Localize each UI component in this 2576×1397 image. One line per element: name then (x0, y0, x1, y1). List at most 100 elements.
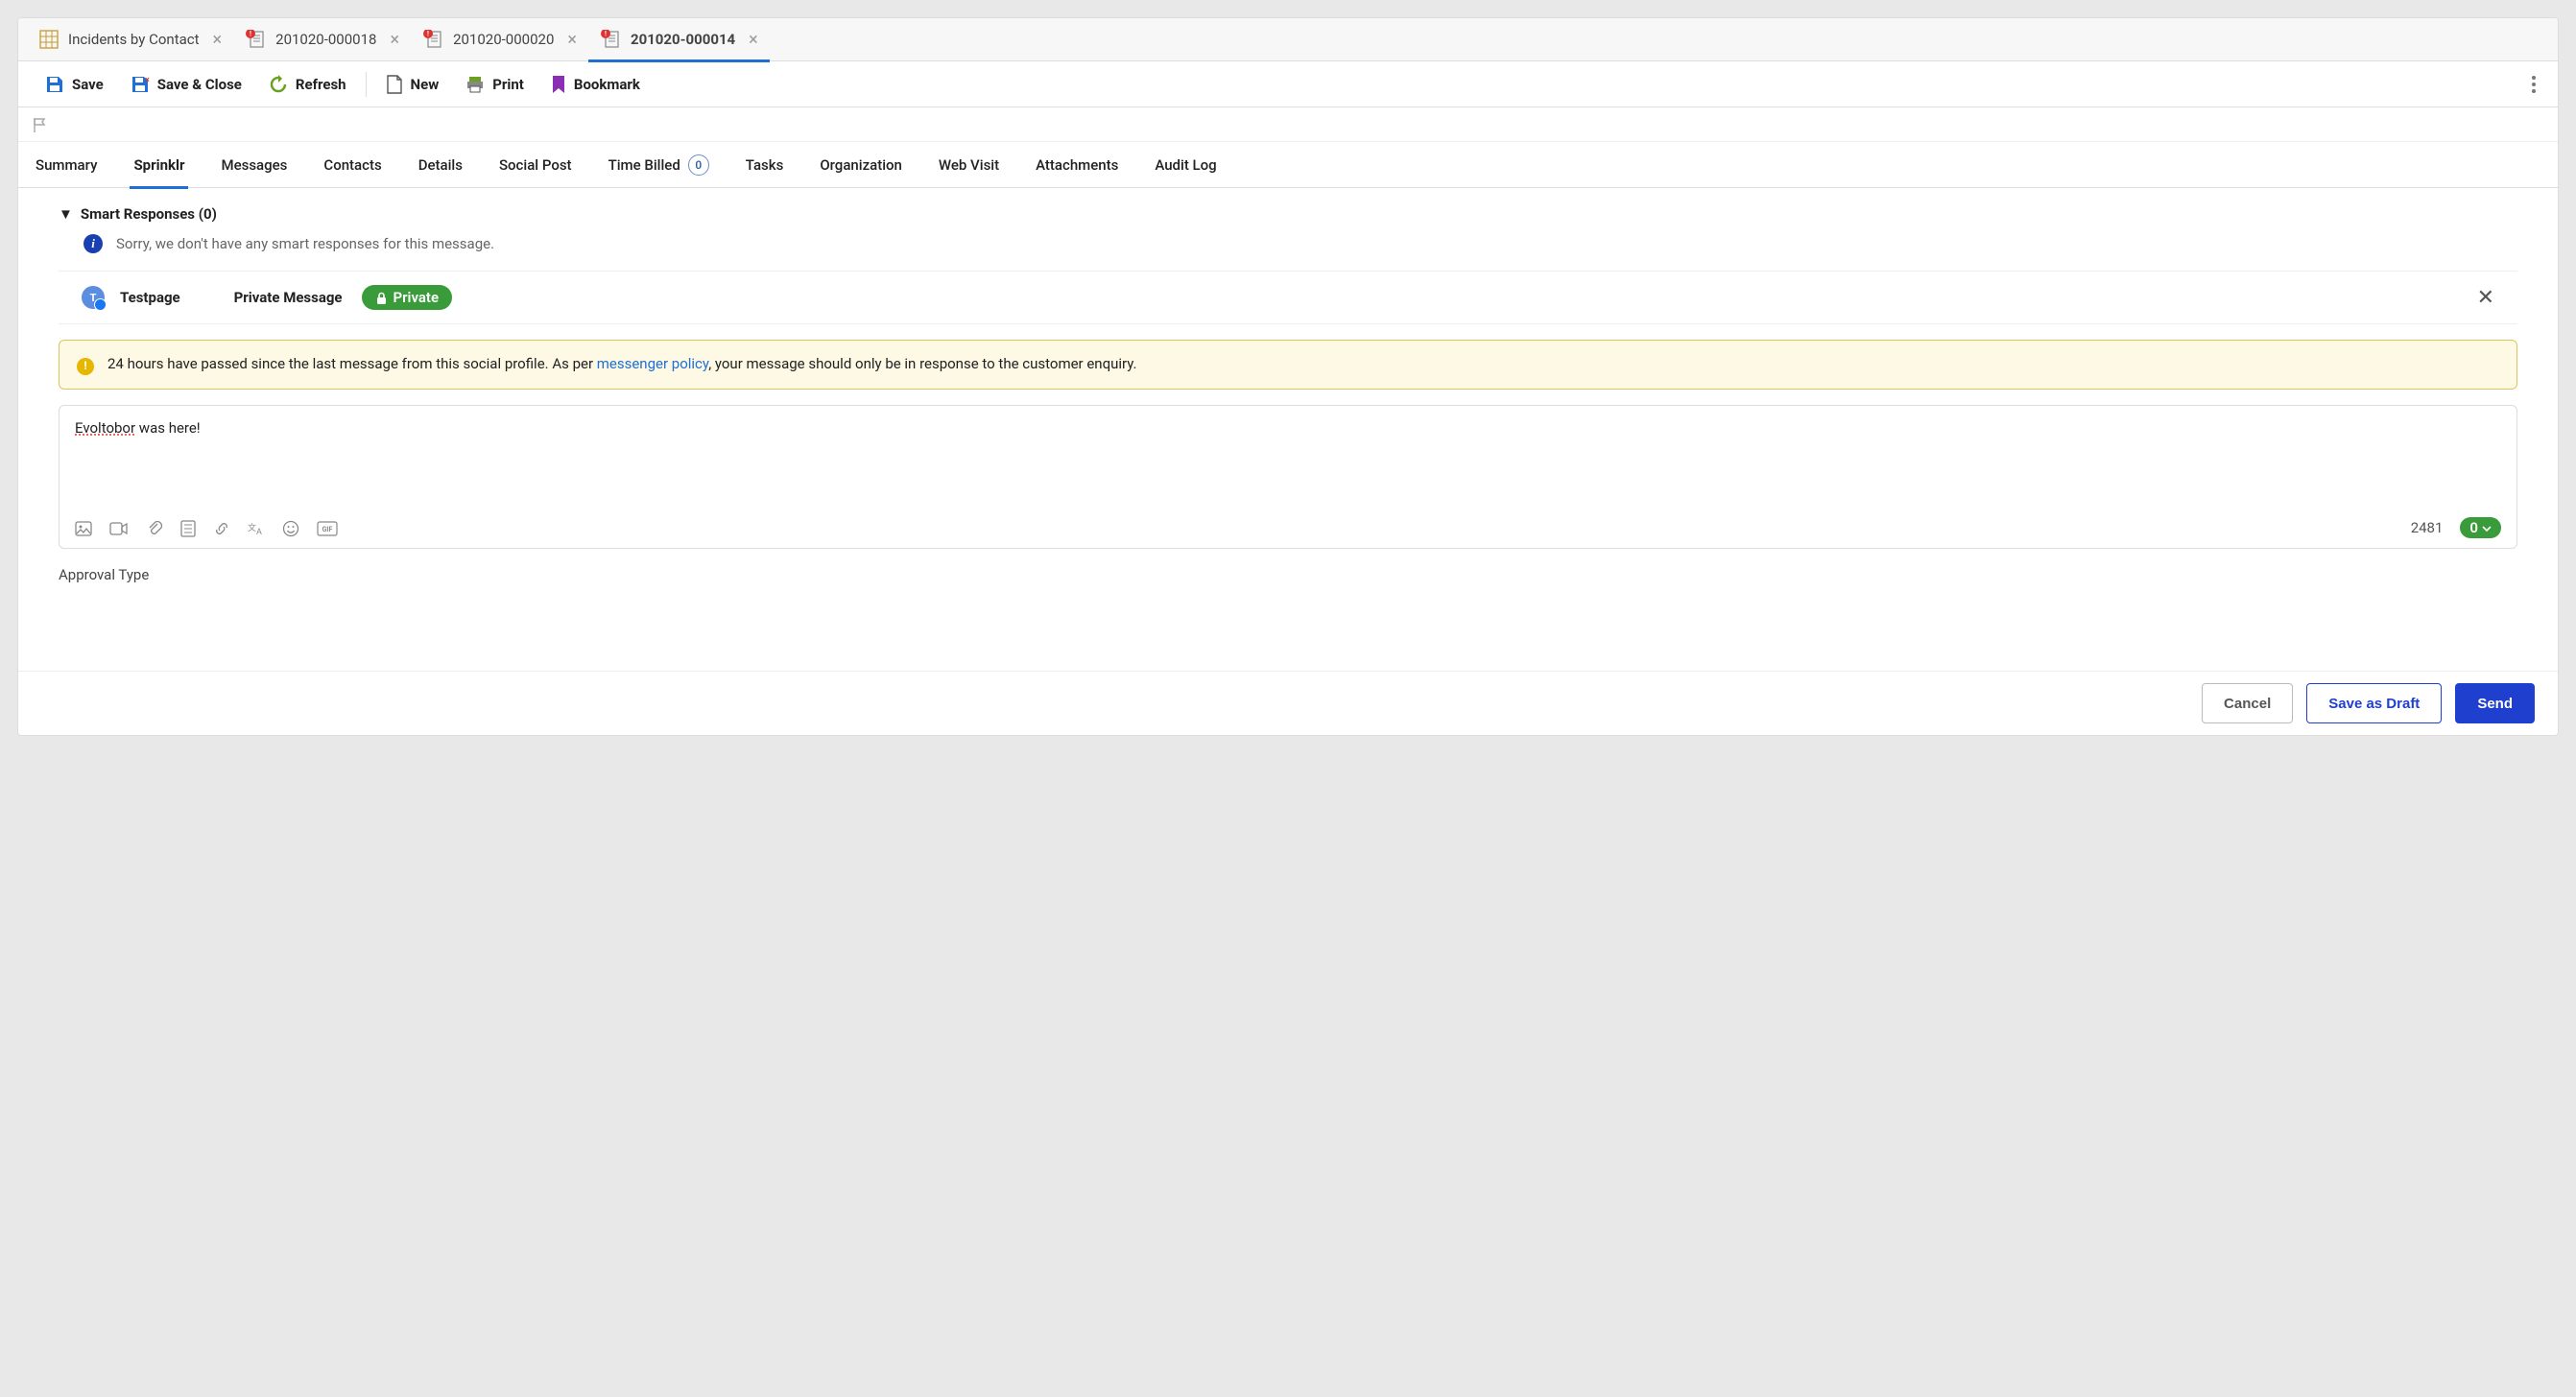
warning-banner: ! 24 hours have passed since the last me… (59, 340, 2517, 390)
smart-responses-title: Smart Responses (0) (81, 205, 217, 223)
save-draft-button[interactable]: Save as Draft (2306, 683, 2442, 723)
page-header-row: T Testpage Private Message Private ✕ (59, 272, 2517, 324)
message-textarea[interactable]: Evoltobor was here! (60, 406, 2516, 508)
subtab-attachments[interactable]: Attachments (1032, 142, 1122, 188)
bookmark-icon (551, 74, 566, 93)
subtab-messages[interactable]: Messages (217, 142, 291, 188)
tab-bar: Incidents by Contact × ! 201020-000018 ×… (18, 18, 2558, 61)
save-button[interactable]: Save (32, 61, 117, 107)
warning-icon: ! (77, 358, 94, 375)
subtab-label: Sprinklr (133, 156, 184, 174)
svg-text:!: ! (250, 31, 251, 38)
cancel-button[interactable]: Cancel (2202, 683, 2293, 723)
tab-label: 201020-000014 (631, 31, 735, 48)
flag-icon[interactable] (32, 115, 49, 133)
caret-down-icon: ▼ (59, 205, 73, 223)
footer: Cancel Save as Draft Send (18, 671, 2558, 735)
avatar: T (82, 286, 105, 309)
subtab-label: Messages (221, 156, 287, 174)
save-icon (45, 74, 64, 93)
subtab-contacts[interactable]: Contacts (320, 142, 385, 188)
subtab-label: Organization (820, 156, 902, 174)
subtab-web-visit[interactable]: Web Visit (935, 142, 1003, 188)
emoji-icon[interactable] (282, 518, 299, 536)
char-counter: 2481 (2411, 519, 2444, 536)
svg-text:!: ! (427, 31, 429, 38)
toolbar: Save × Save & Close Refresh New Print Bo… (18, 61, 2558, 107)
document-alert-icon: ! (600, 30, 621, 49)
close-icon[interactable]: ✕ (2477, 286, 2494, 310)
svg-text:A: A (256, 528, 262, 536)
subtab-audit-log[interactable]: Audit Log (1151, 142, 1220, 188)
subtab-label: Contacts (323, 156, 381, 174)
privacy-label: Private (394, 289, 440, 306)
subtabs: Summary Sprinklr Messages Contacts Detai… (18, 142, 2558, 188)
send-button[interactable]: Send (2455, 683, 2535, 723)
tab-close-icon[interactable]: × (390, 30, 399, 50)
link-icon[interactable] (213, 518, 230, 536)
tab-label: 201020-000018 (275, 31, 376, 48)
bookmark-button[interactable]: Bookmark (537, 61, 654, 107)
grid-icon (39, 30, 59, 49)
message-type-label: Private Message (234, 289, 343, 306)
save-close-button[interactable]: × Save & Close (117, 61, 255, 107)
bookmark-label: Bookmark (574, 76, 640, 93)
message-composer: Evoltobor was here! 文A GIF 2481 0 (59, 405, 2517, 549)
gif-icon[interactable]: GIF (317, 519, 338, 536)
tab-incidents-by-contact[interactable]: Incidents by Contact × (28, 18, 233, 61)
attachment-icon[interactable] (146, 518, 163, 536)
privacy-badge: Private (362, 285, 453, 310)
refresh-label: Refresh (296, 76, 346, 93)
page-name: Testpage (120, 289, 180, 306)
tab-201020-000018[interactable]: ! 201020-000018 × (233, 18, 411, 61)
new-file-icon (386, 74, 403, 93)
tab-label: 201020-000020 (453, 31, 554, 48)
print-label: Print (492, 76, 524, 93)
subtab-summary[interactable]: Summary (32, 142, 101, 188)
subtab-social-post[interactable]: Social Post (495, 142, 576, 188)
new-button[interactable]: New (372, 61, 453, 107)
time-billed-count: 0 (688, 154, 709, 176)
note-icon[interactable] (180, 518, 196, 536)
flag-row (18, 107, 2558, 142)
document-alert-icon: ! (422, 30, 443, 49)
messenger-policy-link[interactable]: messenger policy (597, 355, 708, 372)
tab-close-icon[interactable]: × (567, 30, 577, 50)
app-window: Incidents by Contact × ! 201020-000018 ×… (17, 17, 2559, 736)
subtab-time-billed[interactable]: Time Billed 0 (605, 142, 713, 188)
svg-text:GIF: GIF (322, 526, 333, 533)
subtab-label: Audit Log (1155, 156, 1216, 174)
composer-toolbar: 文A GIF 2481 0 (60, 508, 2516, 548)
subtab-tasks[interactable]: Tasks (742, 142, 788, 188)
toolbar-separator (366, 72, 367, 97)
tab-close-icon[interactable]: × (749, 30, 758, 50)
subtab-label: Attachments (1036, 156, 1118, 174)
video-icon[interactable] (109, 519, 129, 536)
image-icon[interactable] (75, 518, 92, 536)
subtab-sprinklr[interactable]: Sprinklr (130, 142, 188, 188)
svg-text:文: 文 (248, 522, 256, 533)
smart-responses-empty-text: Sorry, we don't have any smart responses… (116, 235, 494, 252)
refresh-button[interactable]: Refresh (255, 61, 360, 107)
print-button[interactable]: Print (452, 61, 537, 107)
save-close-label: Save & Close (157, 76, 242, 93)
new-label: New (411, 76, 440, 93)
content-area: ▼ Smart Responses (0) i Sorry, we don't … (18, 188, 2558, 735)
subtab-label: Web Visit (939, 156, 999, 174)
svg-text:!: ! (605, 31, 607, 38)
lock-icon (375, 289, 388, 306)
subtab-details[interactable]: Details (415, 142, 466, 188)
smart-responses-header[interactable]: ▼ Smart Responses (0) (36, 188, 2540, 230)
smart-responses-empty: i Sorry, we don't have any smart respons… (36, 230, 2540, 271)
tab-201020-000014[interactable]: ! 201020-000014 × (588, 18, 770, 61)
tab-close-icon[interactable]: × (213, 30, 223, 50)
scroll-area[interactable]: ▼ Smart Responses (0) i Sorry, we don't … (18, 188, 2558, 671)
translate-icon[interactable]: 文A (248, 519, 265, 536)
subtab-label: Time Billed (608, 156, 680, 174)
print-icon (465, 74, 485, 93)
attachment-count-pill[interactable]: 0 (2460, 517, 2501, 538)
more-options-button[interactable] (2523, 74, 2544, 95)
document-alert-icon: ! (245, 30, 266, 49)
tab-201020-000020[interactable]: ! 201020-000020 × (411, 18, 588, 61)
subtab-organization[interactable]: Organization (816, 142, 906, 188)
